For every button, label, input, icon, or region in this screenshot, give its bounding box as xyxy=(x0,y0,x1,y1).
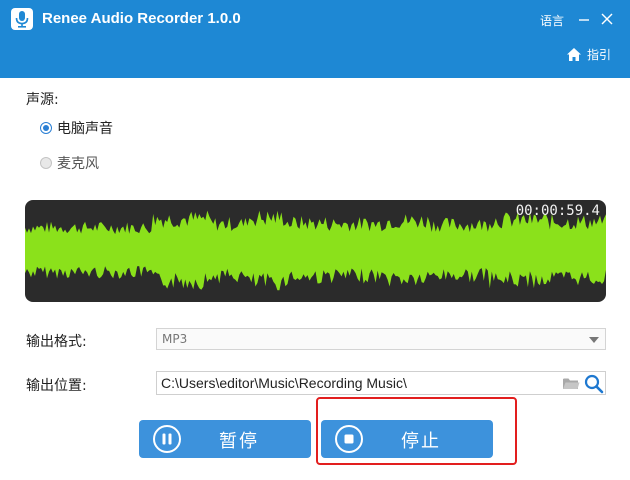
radio-unchecked-icon[interactable] xyxy=(40,157,52,169)
output-location-label: 输出位置: xyxy=(26,378,87,394)
guide-label: 指引 xyxy=(587,48,612,62)
close-button[interactable] xyxy=(600,12,614,26)
minimize-icon xyxy=(579,19,589,21)
waveform-path xyxy=(25,210,606,291)
radio-microphone[interactable]: 麦克风 xyxy=(40,153,99,173)
stop-button[interactable]: 停止 xyxy=(321,420,493,458)
search-icon[interactable] xyxy=(584,374,604,394)
pause-label: 暂停 xyxy=(219,431,259,452)
microphone-app-icon xyxy=(11,8,33,30)
radio-computer-sound[interactable]: 电脑声音 xyxy=(40,118,113,138)
home-icon xyxy=(567,48,581,61)
app-title: Renee Audio Recorder 1.0.0 xyxy=(42,10,241,27)
stop-label: 停止 xyxy=(401,431,441,452)
waveform-display: 00:00:59.4 xyxy=(25,200,606,302)
dropdown-arrow-icon xyxy=(589,337,599,343)
output-location-field[interactable]: C:\Users\editor\Music\Recording Music\ xyxy=(156,371,606,395)
output-format-label: 输出格式: xyxy=(26,334,87,350)
radio-microphone-label: 麦克风 xyxy=(57,156,99,172)
language-button[interactable]: 语言 xyxy=(540,12,564,29)
guide-button[interactable]: 指引 xyxy=(566,46,611,63)
folder-icon[interactable] xyxy=(562,376,580,391)
close-icon xyxy=(601,13,613,25)
pause-button[interactable]: 暂停 xyxy=(139,420,311,458)
stop-icon xyxy=(335,425,363,453)
radio-checked-icon[interactable] xyxy=(40,122,52,134)
output-format-value: MP3 xyxy=(162,332,188,346)
radio-computer-sound-label: 电脑声音 xyxy=(57,121,113,137)
title-bar: Renee Audio Recorder 1.0.0 语言 指引 xyxy=(0,0,630,78)
pause-icon xyxy=(153,425,181,453)
sound-source-label: 声源: xyxy=(26,92,59,108)
output-format-select[interactable]: MP3 xyxy=(156,328,606,350)
minimize-button[interactable] xyxy=(578,11,590,25)
recording-time: 00:00:59.4 xyxy=(515,203,600,219)
